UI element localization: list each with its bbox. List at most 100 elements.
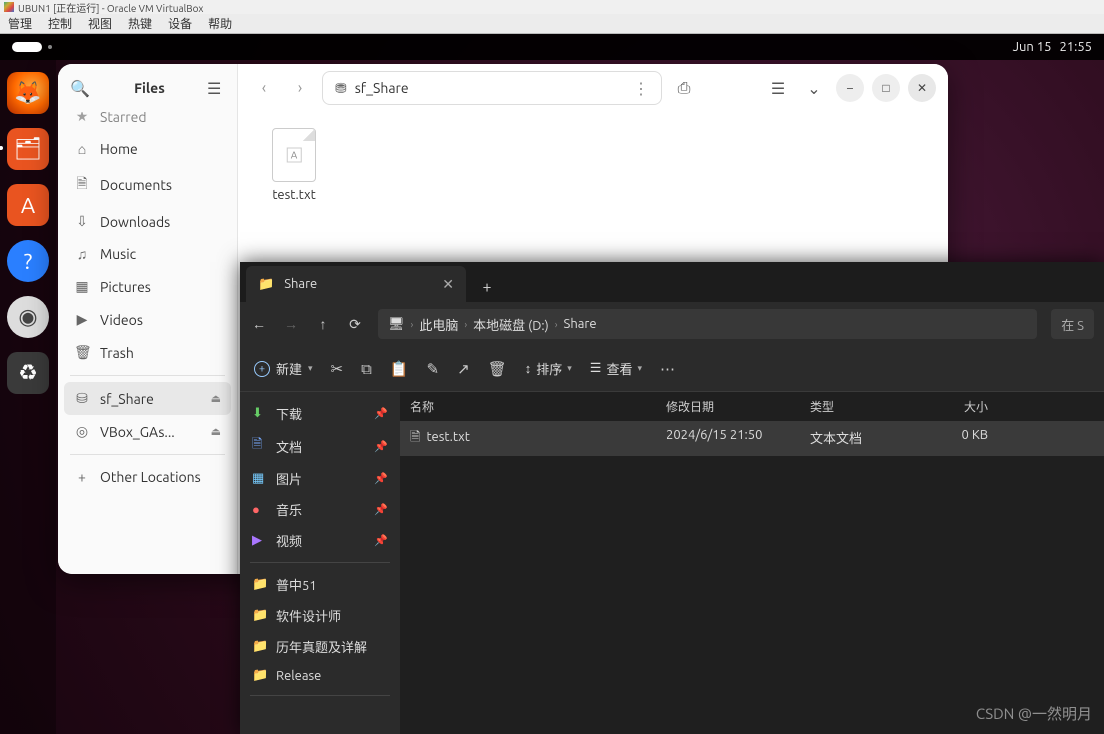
sidebar-item[interactable]: ♫Music [58,238,237,270]
sidebar-icon: 🗎 [74,173,90,197]
file-name: test.txt [272,188,315,202]
software-store-icon[interactable]: A [7,184,49,226]
sidebar-mount[interactable]: ◎VBox_GAs...⏏ [58,415,237,448]
hamburger-icon[interactable]: ☰ [207,79,227,98]
sidebar-label: Trash [100,345,134,361]
minimize-button[interactable]: – [836,74,864,102]
col-name[interactable]: 名称 [400,392,656,421]
explorer-side-item[interactable]: 📁历年真题及详解 [240,631,400,662]
sidebar-item[interactable]: ⇩ Downloads [58,205,237,238]
close-button[interactable]: ✕ [908,74,936,102]
eject-icon[interactable]: ⏏ [211,392,221,405]
view-button[interactable]: ☰ 查看 ▾ [590,359,642,378]
col-date[interactable]: 修改日期 [656,392,800,421]
col-type[interactable]: 类型 [800,392,920,421]
vbox-menu-item[interactable]: 设备 [160,15,200,32]
sidebar-item[interactable]: ▶Videos [58,303,237,336]
activities-button[interactable] [12,42,42,52]
firefox-icon[interactable]: 🦊 [7,72,49,114]
cut-icon[interactable]: ✂ [331,360,344,378]
up-icon[interactable]: ↑ [314,316,332,332]
pc-icon: 🖥 [388,317,405,332]
explorer-side-item[interactable]: 📁普中51 [240,569,400,600]
vbox-menu-item[interactable]: 控制 [40,15,80,32]
share-icon[interactable]: ↗ [457,360,470,378]
side-icon: ● [252,502,268,517]
sidebar-label: Music [100,246,136,262]
explorer-side-item[interactable]: 📁软件设计师 [240,600,400,631]
pin-icon[interactable]: 📌 [374,472,388,485]
search-box[interactable]: 在 S [1051,309,1094,339]
refresh-icon[interactable]: ⟳ [346,316,364,333]
help-icon[interactable]: ? [7,240,49,282]
delete-icon[interactable]: 🗑 [488,360,507,378]
breadcrumb-item[interactable]: 本地磁盘 (D:) [473,315,549,334]
col-size[interactable]: 大小 [920,392,998,421]
sidebar-item[interactable]: ★Starred [58,112,237,133]
files-icon[interactable]: 🗂 [7,128,49,170]
back-button[interactable]: ‹ [250,74,278,102]
explorer-side-item[interactable]: 📁Release [240,662,400,689]
explorer-side-item[interactable]: ⬇下载📌 [240,398,400,429]
explorer-side-item[interactable]: ▶视频📌 [240,525,400,556]
sidebar-item[interactable]: ▦Pictures [58,270,237,303]
vbox-menu-item[interactable]: 热键 [120,15,160,32]
file-row[interactable]: 🗎test.txt2024/6/15 21:50文本文档0 KB [400,422,1104,456]
vbox-menu-item[interactable]: 视图 [80,15,120,32]
pin-icon[interactable]: 📌 [374,534,388,547]
sidebar-mount[interactable]: ⛁sf_Share⏏ [64,382,231,415]
sidebar-item[interactable]: ⌂Home [58,133,237,165]
nautilus-toolbar: ‹ › ⛃ sf_Share ⋮ ⎙ ☰ ⌄ – □ ✕ [238,64,948,112]
sidebar-icon: ⇩ [74,213,90,230]
sidebar-icon: ▦ [74,278,90,295]
trash-icon[interactable]: ♻ [7,352,49,394]
back-icon[interactable]: ← [250,316,268,332]
explorer-side-item[interactable]: ▦图片📌 [240,463,400,494]
gnome-topbar[interactable]: Jun 15 21:55 [0,34,1104,60]
dock: 🦊 🗂 A ? ◉ ♻ [0,60,56,734]
explorer-tab[interactable]: 📁 Share ✕ [246,266,466,302]
sidebar-label: Downloads [100,214,170,230]
vbox-menu-item[interactable]: 帮助 [200,15,240,32]
virtualbox-menubar[interactable]: 管理控制视图热键设备帮助 [0,14,1104,34]
other-locations[interactable]: +Other Locations [58,461,237,493]
file-item[interactable]: test.txt [254,128,334,202]
search-icon[interactable]: 🔍 [68,76,92,100]
path-menu-icon[interactable]: ⋮ [633,79,649,98]
view-options-icon[interactable]: ⌄ [800,74,828,102]
disk-icon[interactable]: ◉ [7,296,49,338]
new-tab-button[interactable]: + [472,272,502,302]
pin-icon[interactable]: 📌 [374,503,388,516]
sidebar-item[interactable]: 🗎Documents [58,165,237,205]
clock-time: 21:55 [1059,40,1092,54]
watermark: CSDN @一然明月 [976,703,1092,724]
vbox-menu-item[interactable]: 管理 [0,15,40,32]
more-icon[interactable]: ⋯ [660,360,675,378]
forward-button[interactable]: › [286,74,314,102]
breadcrumb[interactable]: 🖥 › 此电脑›本地磁盘 (D:)›Share [378,309,1037,339]
tab-close-icon[interactable]: ✕ [442,276,454,293]
pin-icon[interactable]: 📌 [374,440,388,453]
screenshot-icon[interactable]: ⎙ [670,74,698,102]
explorer-side-item[interactable]: 🗎文档📌 [240,429,400,463]
path-bar[interactable]: ⛃ sf_Share ⋮ [322,71,662,105]
copy-icon[interactable]: ⧉ [361,360,372,378]
rename-icon[interactable]: ✎ [427,360,440,378]
breadcrumb-item[interactable]: Share [564,317,597,331]
clock[interactable]: Jun 15 21:55 [1013,40,1092,54]
explorer-side-item[interactable]: ●音乐📌 [240,494,400,525]
new-button[interactable]: +新建▾ [254,359,313,378]
forward-icon[interactable]: → [282,316,300,332]
windows-explorer: 📁 Share ✕ + ← → ↑ ⟳ 🖥 › 此电脑›本地磁盘 (D:)›Sh… [240,262,1104,734]
pin-icon[interactable]: 📌 [374,407,388,420]
mount-icon: ◎ [74,423,90,440]
eject-icon[interactable]: ⏏ [211,425,221,438]
paste-icon[interactable]: 📋 [390,360,409,378]
column-headers[interactable]: 名称 修改日期 类型 大小 [400,392,1104,422]
list-view-icon[interactable]: ☰ [764,74,792,102]
sidebar-item[interactable]: 🗑Trash [58,336,237,369]
breadcrumb-item[interactable]: 此电脑 [419,315,458,334]
sort-button[interactable]: ↕ 排序 ▾ [525,359,572,378]
side-icon: 🗎 [252,435,268,457]
maximize-button[interactable]: □ [872,74,900,102]
